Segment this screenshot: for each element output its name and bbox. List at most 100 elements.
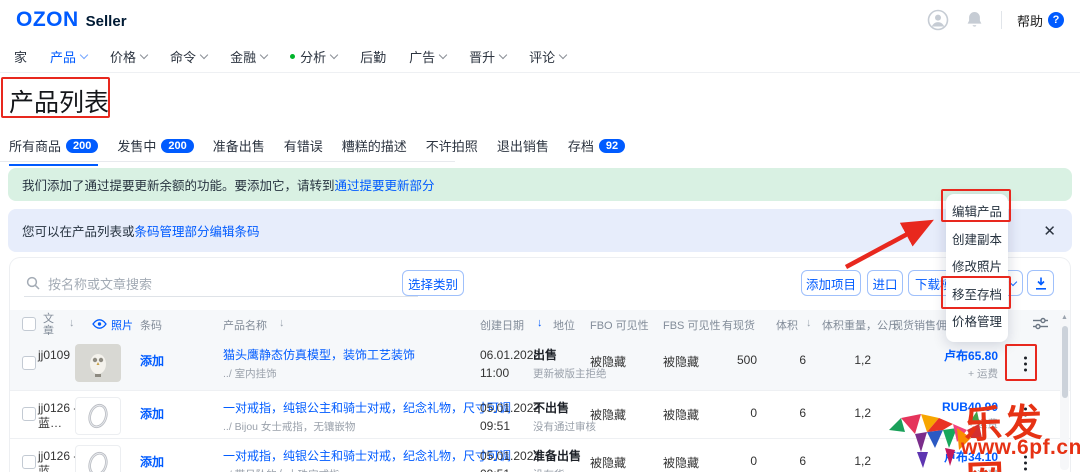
column-article[interactable]: 文章 (43, 313, 56, 337)
download-button[interactable] (1027, 270, 1054, 296)
close-icon[interactable]: ✕ (1043, 222, 1056, 240)
price-value: 卢布65.80 (890, 347, 998, 364)
stock-cell: 500 (705, 353, 757, 367)
barcode-manage-link[interactable]: 条码管理部分编辑条码 (135, 221, 260, 240)
tab-ready-for-sale[interactable]: 准备出售 (213, 136, 265, 166)
page-title: 产品列表 (9, 83, 109, 119)
top-right-controls: 帮助 ? (927, 9, 1064, 31)
add-barcode-link[interactable]: 添加 (140, 405, 164, 422)
row-checkbox[interactable] (22, 407, 36, 421)
tab-all-products[interactable]: 所有商品200 (9, 136, 98, 166)
menu-item-price-management[interactable]: 价格管理 (946, 309, 1008, 337)
created-date-cell: 05.01.202209:51 (480, 447, 540, 472)
banner-text: 您可以在产品列表或 (22, 221, 135, 240)
column-settings-icon[interactable] (1032, 316, 1049, 331)
chevron-down-icon (499, 50, 507, 58)
add-item-button[interactable]: 添加项目 (801, 270, 861, 296)
tab-with-errors[interactable]: 有错误 (284, 136, 323, 166)
product-name-link[interactable]: 猫头鹰静态仿真模型，装饰工艺装饰 (223, 346, 498, 363)
status-tabs: 所有商品200 发售中200 准备出售 有错误 糟糕的描述 不许拍照 退出销售 … (9, 136, 625, 166)
tab-no-photo[interactable]: 不许拍照 (426, 136, 478, 166)
column-volume[interactable]: 体积 (776, 317, 798, 333)
tab-on-sale[interactable]: 发售中200 (117, 136, 193, 166)
product-name-cell: 一对戒指，纯银公主和骑士对戒，纪念礼物，尺寸可调 ../ 带吊坠的女士珠宝戒指 (223, 447, 498, 472)
count-badge: 92 (599, 139, 625, 153)
product-photo-silver-ring[interactable] (75, 397, 121, 435)
column-name[interactable]: 产品名称 (223, 317, 267, 333)
avatar-icon[interactable] (927, 9, 949, 31)
search-input[interactable] (24, 272, 418, 297)
nav-item-orders[interactable]: 命令 (170, 47, 207, 66)
row-context-menu: 编辑产品 创建副本 修改照片 移至存档 价格管理 (946, 194, 1008, 342)
product-photo-owl-figurine[interactable] (75, 344, 121, 382)
menu-item-move-to-archive[interactable]: 移至存档 (946, 282, 1008, 310)
help-question-icon: ? (1048, 12, 1064, 28)
green-dot-icon (290, 54, 295, 59)
table-row: jj0109 添加 猫头鹰静态仿真模型，装饰工艺装饰 ../ 室内挂饰 06.0… (10, 338, 1070, 390)
add-barcode-link[interactable]: 添加 (140, 453, 164, 470)
nav-item-ads[interactable]: 广告 (409, 47, 446, 66)
nav-item-analytics[interactable]: 分析 (290, 47, 337, 66)
menu-item-create-copy[interactable]: 创建副本 (946, 227, 1008, 255)
sort-name-icon[interactable]: ↓ (279, 317, 285, 329)
table-scrollbar[interactable]: ▲ (1060, 312, 1069, 470)
tab-bad-description[interactable]: 糟糕的描述 (342, 136, 407, 166)
top-bar: OZON Seller 帮助 ? (0, 0, 1080, 40)
header-divider (1001, 11, 1002, 29)
product-category: ../ 室内挂饰 (223, 366, 498, 381)
chevron-down-icon (439, 50, 447, 58)
sort-created-icon[interactable]: ↓ (537, 317, 543, 329)
column-fbo-visibility: FBO 可见性 (590, 317, 649, 333)
chevron-down-icon (200, 50, 208, 58)
menu-item-edit-photos[interactable]: 修改照片 (946, 254, 1008, 282)
product-name-link[interactable]: 一对戒指，纯银公主和骑士对戒，纪念礼物，尺寸可调 (223, 399, 498, 416)
row-actions-menu-icon[interactable] (1020, 353, 1031, 376)
price-note: + 运费 (890, 366, 998, 381)
scrollbar-thumb[interactable] (1062, 326, 1068, 398)
stock-cell: 0 (705, 454, 757, 468)
add-barcode-link[interactable]: 添加 (140, 352, 164, 369)
product-name-link[interactable]: 一对戒指，纯银公主和骑士对戒，纪念礼物，尺寸可调 (223, 447, 498, 464)
scroll-up-icon[interactable]: ▲ (1061, 314, 1068, 321)
help-button[interactable]: 帮助 ? (1017, 11, 1064, 30)
ozon-seller-logo[interactable]: OZON Seller (16, 8, 127, 32)
menu-item-edit-product[interactable]: 编辑产品 (946, 199, 1008, 227)
select-all-checkbox[interactable] (22, 317, 36, 331)
product-category: ../ 带吊坠的女士珠宝戒指 (223, 467, 498, 472)
product-name-cell: 猫头鹰静态仿真模型，装饰工艺装饰 ../ 室内挂饰 (223, 346, 498, 381)
sort-volume-icon[interactable]: ↓ (806, 317, 812, 329)
created-date-cell: 06.01.202211:00 (480, 346, 540, 382)
product-category: ../ Bijou 女士戒指，无镶嵌物 (223, 419, 498, 434)
row-checkbox[interactable] (22, 455, 36, 469)
row-actions-menu-icon[interactable] (1020, 404, 1031, 427)
column-created[interactable]: 创建日期 (480, 317, 524, 333)
row-actions-menu-icon[interactable] (1020, 452, 1031, 472)
status-cell: 准备出售 没存货 (533, 447, 581, 472)
price-cell: RUB40.90 + 运费 (890, 400, 998, 431)
table-header: 文章 ↓ 照片 条码 产品名称 ↓ 创建日期 ↓ 地位 FBO 可见性 FBS … (10, 310, 1070, 338)
status-text: 准备出售 (533, 447, 581, 464)
nav-item-logistics[interactable]: 后勤 (360, 47, 386, 66)
sort-article-icon[interactable]: ↓ (69, 317, 75, 329)
nav-item-reviews[interactable]: 评论 (529, 47, 566, 66)
nav-item-prices[interactable]: 价格 (110, 47, 147, 66)
count-badge: 200 (66, 139, 98, 153)
column-in-stock: 有现货 (722, 317, 755, 333)
substatus-text: 没存货 (533, 467, 581, 472)
tab-withdrawn[interactable]: 退出销售 (497, 136, 549, 166)
price-cell: 卢布65.80 + 运费 (890, 347, 998, 381)
bell-icon[interactable] (964, 9, 986, 31)
article-cell: jj0126 -蓝… (38, 449, 80, 472)
select-category-button[interactable]: 选择类别 (402, 270, 464, 296)
row-checkbox[interactable] (22, 356, 36, 370)
feed-update-link[interactable]: 通过提要更新部分 (335, 175, 435, 194)
import-button[interactable]: 进口 (867, 270, 903, 296)
column-photo[interactable]: 照片 (111, 317, 133, 333)
tab-archive[interactable]: 存档92 (568, 136, 625, 166)
nav-item-promotion[interactable]: 晋升 (469, 47, 506, 66)
product-photo-silver-ring[interactable] (75, 445, 121, 472)
nav-item-home[interactable]: 家 (14, 47, 27, 66)
status-cell: 不出售 没有通过审核 (533, 399, 596, 434)
nav-item-products[interactable]: 产品 (50, 47, 87, 66)
nav-item-finance[interactable]: 金融 (230, 47, 267, 66)
